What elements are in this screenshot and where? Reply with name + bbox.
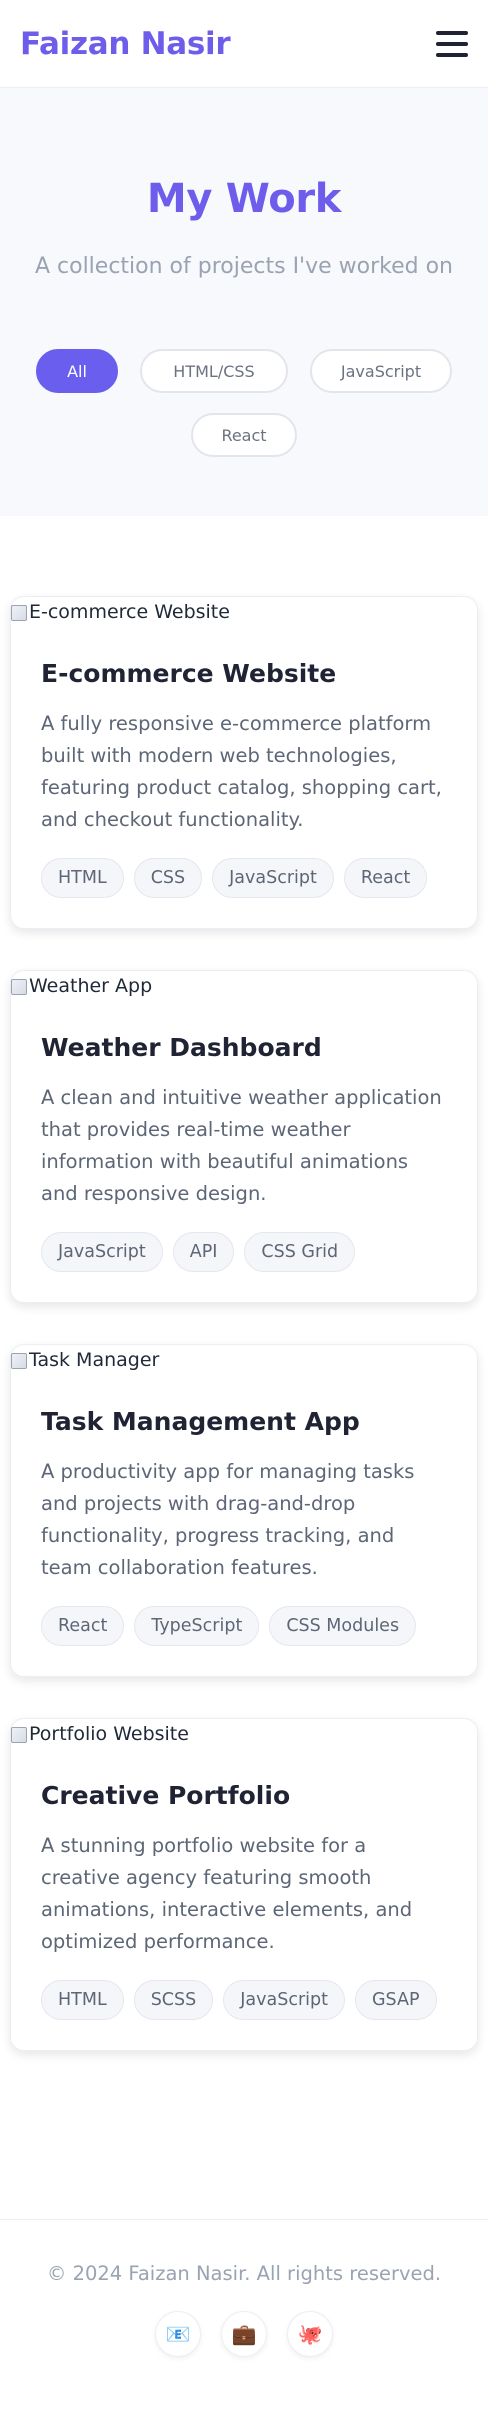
tech-tags: HTML CSS JavaScript React — [41, 858, 447, 898]
project-card[interactable]: Weather App Weather Dashboard A clean an… — [10, 970, 478, 1303]
tech-tag: HTML — [41, 858, 124, 898]
tech-tags: React TypeScript CSS Modules — [41, 1606, 447, 1646]
briefcase-icon[interactable]: 💼 — [221, 2311, 267, 2357]
tech-tag: CSS Modules — [269, 1606, 417, 1646]
project-image: Task Manager — [11, 1345, 477, 1379]
tech-tag: TypeScript — [134, 1606, 260, 1646]
project-title: E-commerce Website — [41, 659, 337, 688]
hero-section: My Work A collection of projects I've wo… — [0, 88, 488, 516]
project-title: Weather Dashboard — [41, 1033, 322, 1062]
tech-tag: JavaScript — [223, 1980, 345, 2020]
project-description: A stunning portfolio website for a creat… — [41, 1834, 413, 1953]
hamburger-line — [436, 30, 468, 35]
tech-tags: JavaScript API CSS Grid — [41, 1232, 447, 1272]
tech-tag: React — [41, 1606, 125, 1646]
site-header: Faizan Nasir — [0, 0, 488, 88]
tech-tag: JavaScript — [41, 1232, 163, 1272]
tech-tag: CSS — [133, 858, 203, 898]
page-subtitle: A collection of projects I've worked on — [34, 254, 454, 279]
broken-image-icon — [11, 1353, 27, 1369]
tech-tag: JavaScript — [212, 858, 334, 898]
filter-react-button[interactable]: React — [191, 413, 297, 457]
tech-tag: GSAP — [354, 1980, 437, 2020]
project-card[interactable]: E-commerce Website E-commerce Website A … — [10, 596, 478, 929]
image-alt-text: Weather App — [29, 975, 153, 997]
project-card[interactable]: Portfolio Website Creative Portfolio A s… — [10, 1718, 478, 2051]
projects-grid: E-commerce Website E-commerce Website A … — [0, 516, 488, 2051]
filter-html-css-button[interactable]: HTML/CSS — [140, 349, 288, 393]
tech-tag: SCSS — [133, 1980, 214, 2020]
brand-logo[interactable]: Faizan Nasir — [20, 26, 231, 62]
project-title: Creative Portfolio — [41, 1781, 291, 1810]
tech-tag: API — [172, 1232, 235, 1272]
hamburger-menu-icon[interactable] — [436, 30, 468, 57]
hamburger-line — [436, 52, 468, 57]
email-icon[interactable]: 📧 — [155, 2311, 201, 2357]
broken-image-icon — [11, 1727, 27, 1743]
copyright-text: © 2024 Faizan Nasir. All rights reserved… — [46, 2262, 442, 2285]
project-image: E-commerce Website — [11, 597, 477, 631]
project-description: A clean and intuitive weather applicatio… — [41, 1086, 442, 1205]
project-image: Portfolio Website — [11, 1719, 477, 1753]
broken-image-icon — [11, 979, 27, 995]
filter-javascript-button[interactable]: JavaScript — [310, 349, 452, 393]
octopus-icon[interactable]: 🐙 — [287, 2311, 333, 2357]
broken-image-icon — [11, 605, 27, 621]
page-title: My Work — [146, 176, 342, 222]
project-card[interactable]: Task Manager Task Management App A produ… — [10, 1344, 478, 1677]
project-image: Weather App — [11, 971, 477, 1005]
image-alt-text: Task Manager — [29, 1349, 160, 1371]
image-alt-text: E-commerce Website — [29, 601, 230, 623]
site-footer: © 2024 Faizan Nasir. All rights reserved… — [0, 2219, 488, 2409]
project-title: Task Management App — [41, 1407, 360, 1436]
hamburger-line — [436, 41, 468, 46]
project-description: A fully responsive e-commerce platform b… — [41, 712, 442, 831]
tech-tag: HTML — [41, 1980, 124, 2020]
project-description: A productivity app for managing tasks an… — [41, 1460, 415, 1579]
filter-all-button[interactable]: All — [36, 349, 118, 393]
image-alt-text: Portfolio Website — [29, 1723, 189, 1745]
tech-tag: React — [343, 858, 428, 898]
tech-tags: HTML SCSS JavaScript GSAP — [41, 1980, 447, 2020]
social-links: 📧 💼 🐙 — [0, 2311, 488, 2357]
filter-bar: All HTML/CSS JavaScript React — [0, 349, 488, 457]
tech-tag: CSS Grid — [244, 1232, 356, 1272]
